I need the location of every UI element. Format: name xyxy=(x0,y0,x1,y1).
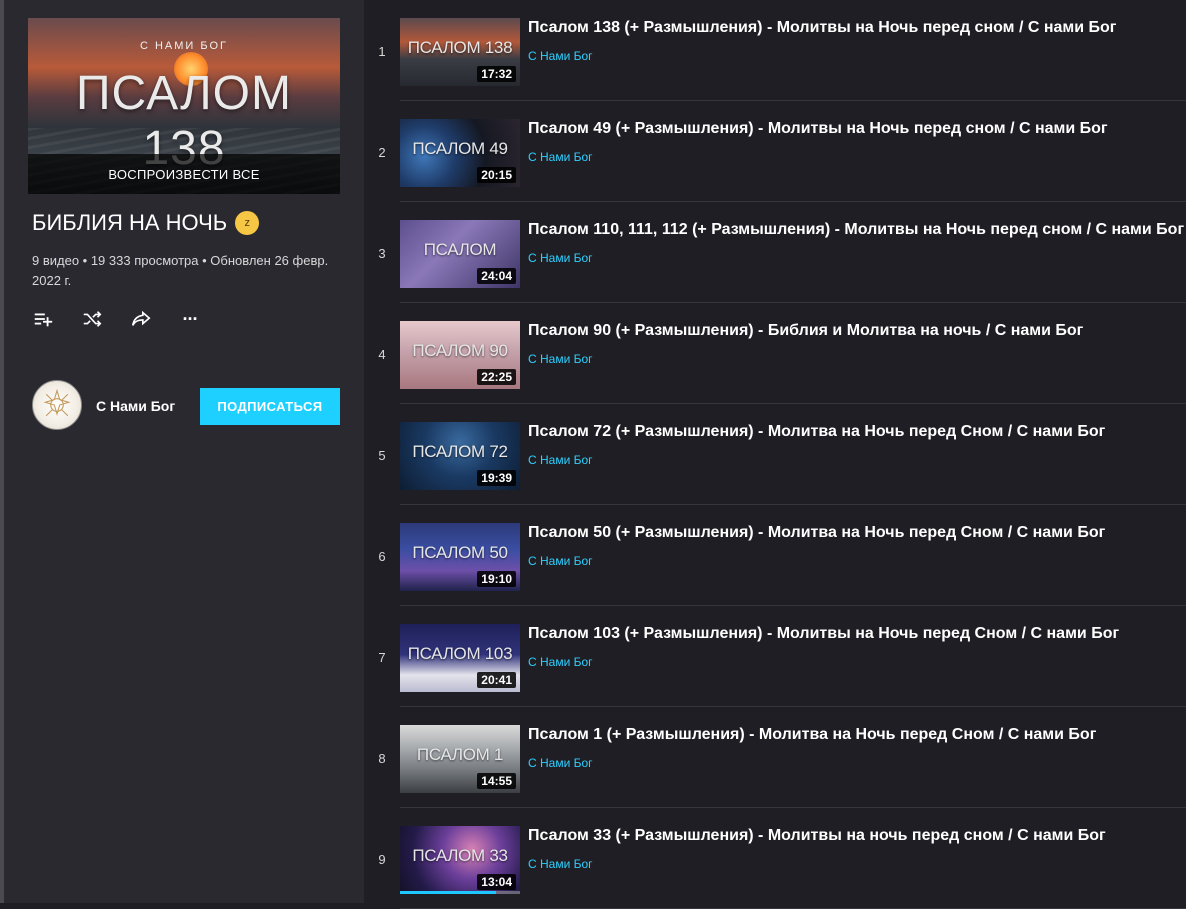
video-channel-link[interactable]: С Нами Бог xyxy=(528,655,593,669)
playlist-video-row[interactable]: 5 ПСАЛОМ 72 19:39 Псалом 72 (+ Размышления)… xyxy=(364,404,1186,505)
video-index: 8 xyxy=(378,751,386,766)
more-icon-glyph: ··· xyxy=(182,308,199,329)
video-title-link[interactable]: Псалом 33 (+ Размышления) - Молитвы на н… xyxy=(528,826,1178,846)
video-title-link[interactable]: Псалом 72 (+ Размышления) - Молитва на Н… xyxy=(528,422,1178,442)
playlist-video-row[interactable]: 6 ПСАЛОМ 50 19:10 Псалом 50 (+ Размышления)… xyxy=(364,505,1186,606)
subscribe-button[interactable]: ПОДПИСАТЬСЯ xyxy=(200,388,340,425)
video-index: 5 xyxy=(378,448,386,463)
playlist-title-row: БИБЛИЯ НА НОЧЬ z xyxy=(32,210,260,236)
sleeping-face-emoji-icon: z xyxy=(235,211,260,235)
playlist-video-list: 1 ПСАЛОМ 138 17:32 Псалом 138 (+ Размышлени… xyxy=(364,0,1186,909)
video-index: 7 xyxy=(378,650,386,665)
video-thumbnail[interactable]: ПСАЛОМ 138 17:32 xyxy=(400,18,520,86)
video-channel-link[interactable]: С Нами Бог xyxy=(528,453,593,467)
thumbnail-title-text: ПСАЛОМ 72 xyxy=(412,442,508,461)
video-index: 4 xyxy=(378,347,386,362)
video-channel-link[interactable]: С Нами Бог xyxy=(528,756,593,770)
channel-logo-icon xyxy=(43,388,71,417)
video-index: 3 xyxy=(378,246,386,261)
video-thumbnail[interactable]: ПСАЛОМ 33 13:04 xyxy=(400,826,520,894)
video-thumbnail[interactable]: ПСАЛОМ 49 20:15 xyxy=(400,119,520,187)
video-thumbnail[interactable]: ПСАЛОМ 90 22:25 xyxy=(400,321,520,389)
thumbnail-title-text: ПСАЛОМ 50 xyxy=(412,543,508,562)
video-duration-badge: 24:04 xyxy=(477,268,516,284)
video-channel-link[interactable]: С Нами Бог xyxy=(528,554,593,568)
share-icon[interactable] xyxy=(130,308,152,330)
playlist-video-row[interactable]: 9 ПСАЛОМ 33 13:04 Псалом 33 (+ Размышления)… xyxy=(364,808,1186,909)
video-duration-badge: 14:55 xyxy=(477,773,516,789)
playlist-video-row[interactable]: 8 ПСАЛОМ 1 14:55 Псалом 1 (+ Размышления) -… xyxy=(364,707,1186,808)
more-icon[interactable]: ··· xyxy=(179,308,201,330)
play-all-button[interactable]: ВОСПРОИЗВЕСТИ ВСЕ xyxy=(28,154,340,194)
thumbnail-title-text: ПСАЛОМ 90 xyxy=(412,341,508,360)
watch-progress-bar xyxy=(400,891,496,894)
video-title-link[interactable]: Псалом 90 (+ Размышления) - Библия и Мол… xyxy=(528,321,1178,341)
channel-name[interactable]: С Нами Бог xyxy=(96,398,175,414)
video-thumbnail[interactable]: ПСАЛОМ 1 14:55 xyxy=(400,725,520,793)
video-index: 6 xyxy=(378,549,386,564)
video-title-link[interactable]: Псалом 110, 111, 112 (+ Размышления) - М… xyxy=(528,220,1184,240)
channel-avatar[interactable] xyxy=(32,380,82,430)
video-channel-link[interactable]: С Нами Бог xyxy=(528,352,593,366)
video-title-link[interactable]: Псалом 103 (+ Размышления) - Молитвы на … xyxy=(528,624,1178,644)
thumbnail-title-text: ПСАЛОМ xyxy=(423,240,497,259)
playlist-actions: ··· xyxy=(32,308,201,330)
video-title-link[interactable]: Псалом 1 (+ Размышления) - Молитва на Но… xyxy=(528,725,1178,745)
playlist-owner: С Нами Бог xyxy=(32,380,175,430)
playlist-video-row[interactable]: 3 ПСАЛОМ 24:04 Псалом 110, 111, 112 (+ Разм… xyxy=(364,202,1186,303)
video-duration-badge: 20:15 xyxy=(477,167,516,183)
thumbnail-title-text: ПСАЛОМ 49 xyxy=(412,139,508,158)
video-duration-badge: 20:41 xyxy=(477,672,516,688)
add-to-queue-icon[interactable] xyxy=(32,308,54,330)
video-duration-badge: 19:39 xyxy=(477,470,516,486)
playlist-video-row[interactable]: 4 ПСАЛОМ 90 22:25 Псалом 90 (+ Размышления)… xyxy=(364,303,1186,404)
video-index: 9 xyxy=(378,852,386,867)
playlist-video-row[interactable]: 7 ПСАЛОМ 103 20:41 Псалом 103 (+ Размышлени… xyxy=(364,606,1186,707)
playlist-sidebar: С НАМИ БОГ ПСАЛОМ 138 ВОСПРОИЗВЕСТИ ВСЕ … xyxy=(0,0,364,903)
video-index: 1 xyxy=(378,44,386,59)
video-title-link[interactable]: Псалом 49 (+ Размышления) - Молитвы на Н… xyxy=(528,119,1178,139)
playlist-video-row[interactable]: 2 ПСАЛОМ 49 20:15 Псалом 49 (+ Размышления)… xyxy=(364,101,1186,202)
thumbnail-title-text: ПСАЛОМ 103 xyxy=(407,644,513,663)
video-duration-badge: 17:32 xyxy=(477,66,516,82)
video-duration-badge: 19:10 xyxy=(477,571,516,587)
playlist-meta: 9 видео • 19 333 просмотра • Обновлен 26… xyxy=(32,253,329,288)
thumbnail-title-text: ПСАЛОМ 33 xyxy=(412,846,508,865)
video-index: 2 xyxy=(378,145,386,160)
video-thumbnail[interactable]: ПСАЛОМ 24:04 xyxy=(400,220,520,288)
video-duration-badge: 13:04 xyxy=(477,874,516,890)
playlist-title: БИБЛИЯ НА НОЧЬ xyxy=(32,210,228,235)
video-thumbnail[interactable]: ПСАЛОМ 103 20:41 xyxy=(400,624,520,692)
playlist-video-row[interactable]: 1 ПСАЛОМ 138 17:32 Псалом 138 (+ Размышлени… xyxy=(364,0,1186,101)
video-channel-link[interactable]: С Нами Бог xyxy=(528,251,593,265)
hero-brand-text: С НАМИ БОГ xyxy=(139,40,228,52)
video-channel-link[interactable]: С Нами Бог xyxy=(528,150,593,164)
video-thumbnail[interactable]: ПСАЛОМ 50 19:10 xyxy=(400,523,520,591)
thumbnail-title-text: ПСАЛОМ 138 xyxy=(407,38,513,57)
video-channel-link[interactable]: С Нами Бог xyxy=(528,49,593,63)
video-channel-link[interactable]: С Нами Бог xyxy=(528,857,593,871)
video-thumbnail[interactable]: ПСАЛОМ 72 19:39 xyxy=(400,422,520,490)
playlist-hero-thumbnail[interactable]: С НАМИ БОГ ПСАЛОМ 138 ВОСПРОИЗВЕСТИ ВСЕ xyxy=(28,18,340,194)
video-duration-badge: 22:25 xyxy=(477,369,516,385)
video-title-link[interactable]: Псалом 138 (+ Размышления) - Молитвы на … xyxy=(528,18,1178,38)
shuffle-icon[interactable] xyxy=(81,308,103,330)
video-title-link[interactable]: Псалом 50 (+ Размышления) - Молитва на Н… xyxy=(528,523,1178,543)
thumbnail-title-text: ПСАЛОМ 1 xyxy=(416,745,504,764)
